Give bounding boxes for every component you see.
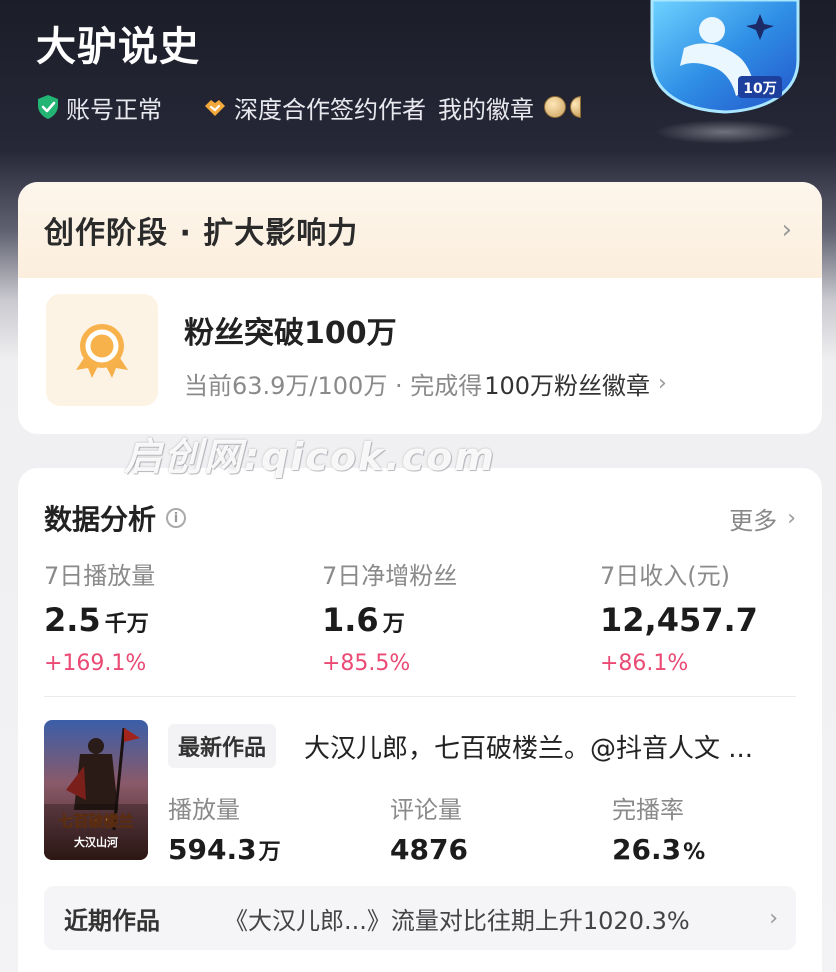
stat-label: 播放量 <box>168 796 240 824</box>
medal-text: 10万 <box>743 81 776 97</box>
chevron-right-icon: › <box>787 505 796 531</box>
video-cover-thumbnail[interactable]: 七百破楼兰 大汉山河 <box>44 720 148 860</box>
watermark: 启创网:qicok.com <box>124 435 496 479</box>
account-status[interactable]: 账号正常 <box>36 90 162 125</box>
handshake-icon <box>202 95 228 119</box>
analysis-title-text: 数据分析 <box>44 503 157 536</box>
metric-plays[interactable]: 7日播放量 2.5 千万 +169.1% <box>44 556 304 676</box>
analysis-header: 数据分析 i 更多 › <box>44 498 796 538</box>
latest-title[interactable]: 大汉儿郎，七百破楼兰。@抖音人文 ... <box>304 728 804 765</box>
status-row: 账号正常 深度合作签约作者 我的徽章 <box>36 90 585 124</box>
metric-income[interactable]: 7日收入(元) 12,457.7 +86.1% <box>600 556 836 676</box>
badge-preview-icons <box>544 96 585 118</box>
badge-coin-icon <box>544 96 566 118</box>
stat-label: 完播率 <box>612 796 684 824</box>
divider <box>44 696 796 697</box>
chevron-right-icon: › <box>769 905 778 931</box>
follower-medal-icon[interactable]: 10万 <box>640 0 810 150</box>
my-badges-link[interactable]: 我的徽章 <box>438 90 534 125</box>
stage-header[interactable]: 创作阶段 · 扩大影响力 › <box>18 182 822 278</box>
stat-value: 26.3% <box>612 833 706 866</box>
metric-delta: +169.1% <box>44 651 147 676</box>
stat-value: 4876 <box>390 833 468 866</box>
metric-delta: +86.1% <box>600 651 689 676</box>
stat-plays: 播放量 594.3万 <box>168 790 368 866</box>
metric-followers[interactable]: 7日净增粉丝 1.6 万 +85.5% <box>322 556 582 676</box>
author-name: 大驴说史 <box>36 24 200 70</box>
chevron-right-icon: › <box>658 371 667 396</box>
cover-title: 七百破楼兰 <box>58 812 133 830</box>
stat-value: 594.3万 <box>168 833 281 866</box>
profile-header: 大驴说史 账号正常 深度合作签约作者 我的徽章 10万 <box>0 0 836 180</box>
stat-comments: 评论量 4876 <box>390 790 590 866</box>
goal-progress-text: 当前63.9万/100万 · 完成得 <box>184 372 483 400</box>
cover-subtitle: 大汉山河 <box>74 835 118 849</box>
recent-works-bar[interactable]: 近期作品 《大汉儿郎...》流量对比往期上升1020.3% › <box>44 886 796 950</box>
account-status-label: 账号正常 <box>66 95 162 124</box>
metric-value: 12,457.7 <box>600 601 758 639</box>
latest-work[interactable]: 七百破楼兰 大汉山河 最新作品 大汉儿郎，七百破楼兰。@抖音人文 ... 播放量… <box>44 720 804 870</box>
latest-tag: 最新作品 <box>168 724 277 768</box>
metrics-row: 7日播放量 2.5 千万 +169.1% 7日净增粉丝 1.6 万 +85.5% 7… <box>44 556 804 676</box>
info-icon[interactable]: i <box>166 508 187 528</box>
metric-value: 1.6 万 <box>322 601 405 639</box>
goal-reward: 100万粉丝徽章 <box>484 372 651 400</box>
metric-label: 7日播放量 <box>44 562 156 590</box>
author-type[interactable]: 深度合作签约作者 我的徽章 <box>202 90 585 125</box>
shield-check-icon <box>36 94 60 120</box>
analysis-title: 数据分析 i <box>44 498 187 538</box>
recent-text: 《大汉儿郎...》流量对比往期上升1020.3% <box>224 906 690 935</box>
metric-label: 7日收入(元) <box>600 562 730 590</box>
stat-completion-rate: 完播率 26.3% <box>612 790 812 866</box>
badge-coin-icon <box>570 96 581 118</box>
stage-title: 创作阶段 · 扩大影响力 <box>44 216 359 251</box>
stat-label: 评论量 <box>390 796 462 824</box>
chevron-right-icon: › <box>781 215 792 245</box>
stage-goal[interactable]: 粉丝突破100万 当前63.9万/100万 · 完成得 100万粉丝徽章 › <box>18 278 822 434</box>
more-link-label: 更多 <box>729 506 778 535</box>
metric-delta: +85.5% <box>322 651 411 676</box>
recent-label: 近期作品 <box>64 906 160 935</box>
metric-label: 7日净增粉丝 <box>322 562 458 590</box>
goal-title: 粉丝突破100万 <box>184 316 397 351</box>
metric-value: 2.5 千万 <box>44 601 149 639</box>
goal-progress: 当前63.9万/100万 · 完成得 100万粉丝徽章 › <box>184 366 667 401</box>
author-type-label: 深度合作签约作者 <box>234 95 426 124</box>
data-analysis-card: 数据分析 i 更多 › 7日播放量 2.5 千万 +169.1% 7日净增粉丝 1… <box>18 468 822 972</box>
more-link[interactable]: 更多 › <box>729 501 796 536</box>
reward-medal-icon <box>46 294 158 406</box>
creator-stage-card: 创作阶段 · 扩大影响力 › 粉丝突破100万 当前63.9万/100万 · 完… <box>18 182 822 434</box>
